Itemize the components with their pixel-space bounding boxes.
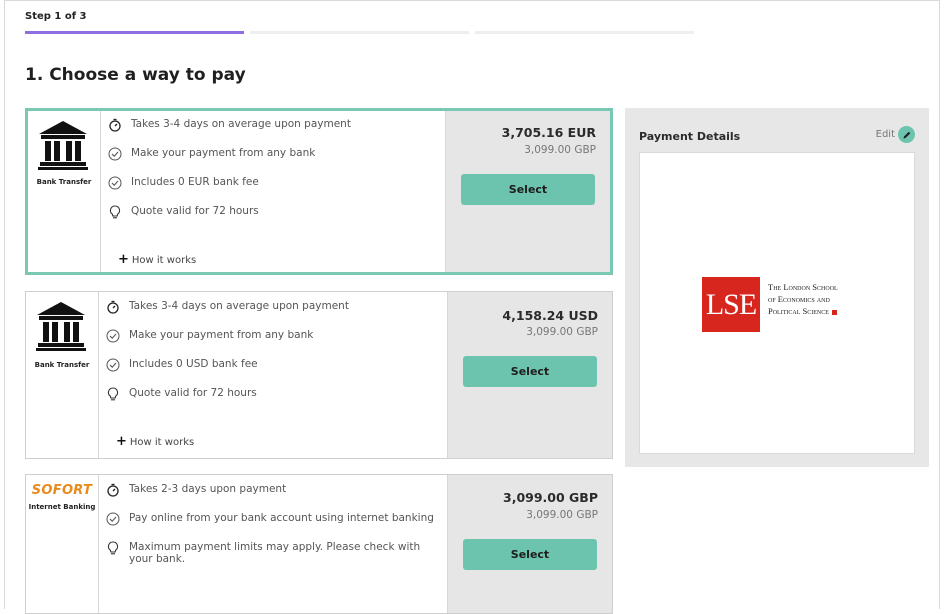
feature-any-bank: Make your payment from any bank [108,147,315,161]
lse-logo-mark: LSE [702,277,760,332]
how-it-works-link[interactable]: + How it works [118,252,196,267]
progress-step-1 [25,31,244,34]
lightbulb-icon [106,387,120,401]
feature-text: Quote valid for 72 hours [131,205,259,217]
select-button[interactable]: Select [463,356,597,387]
check-circle-icon [108,176,122,190]
check-circle-icon [106,329,120,343]
feature-text: Pay online from your bank account using … [129,512,434,524]
feature-duration: Takes 2-3 days upon payment [106,483,286,497]
check-circle-icon [106,358,120,372]
sofort-logo: SOFORT [31,483,93,498]
option-price-panel: 3,099.00 GBP 3,099.00 GBP Select [447,475,612,613]
price-amount: 3,705.16 EUR [501,125,596,140]
stopwatch-icon [106,483,120,497]
payment-option-eur[interactable]: Bank Transfer Takes 3-4 days on average … [25,108,613,275]
price-amount: 3,099.00 GBP [503,490,598,505]
payment-option-usd[interactable]: Bank Transfer Takes 3-4 days on average … [25,291,613,459]
check-circle-icon [108,147,122,161]
feature-text: Takes 3-4 days on average upon payment [131,118,351,130]
select-button[interactable]: Select [461,174,595,205]
plus-icon: + [116,434,127,449]
check-circle-icon [106,512,120,526]
feature-payment-limits: Maximum payment limits may apply. Please… [106,541,436,565]
feature-text: Quote valid for 72 hours [129,387,257,399]
payment-option-sofort[interactable]: SOFORT Internet Banking Takes 2-3 days u… [25,474,613,614]
option-price-panel: 4,158.24 USD 3,099.00 GBP Select [447,292,612,458]
feature-quote-valid: Quote valid for 72 hours [108,205,259,219]
stopwatch-icon [106,300,120,314]
plus-icon: + [118,252,129,267]
feature-text: Maximum payment limits may apply. Please… [129,541,421,565]
payment-details-title: Payment Details [639,130,741,143]
lightbulb-icon [106,541,120,555]
bank-icon [36,302,86,351]
pencil-icon [898,126,915,143]
feature-duration: Takes 3-4 days on average upon payment [108,118,351,132]
step-label: Step 1 of 3 [25,11,87,22]
edit-label: Edit [875,129,895,140]
option-logo-label: Bank Transfer [34,361,90,369]
institution-line-text: Political Science [768,306,829,316]
select-button[interactable]: Select [463,539,597,570]
institution-logo: LSE The London School of Economics and P… [639,152,915,454]
how-it-works-label: How it works [129,437,195,448]
feature-text: Includes 0 USD bank fee [129,358,258,370]
option-logo-label: Internet Banking [28,503,96,511]
institution-line: Political Science [768,305,838,317]
feature-text: Takes 3-4 days on average upon payment [129,300,349,312]
how-it-works-label: How it works [131,255,197,266]
option-features: Takes 3-4 days on average upon payment M… [108,111,446,272]
price-amount: 4,158.24 USD [502,308,598,323]
option-features: Takes 3-4 days on average upon payment M… [106,292,448,458]
feature-any-bank: Make your payment from any bank [106,329,313,343]
how-it-works-link[interactable]: + How it works [116,434,194,449]
feature-quote-valid: Quote valid for 72 hours [106,387,257,401]
option-logo: Bank Transfer [26,292,99,458]
feature-internet-banking: Pay online from your bank account using … [106,512,434,526]
price-gbp: 3,099.00 GBP [526,326,598,338]
progress-step-3 [475,31,694,34]
lightbulb-icon [108,205,122,219]
feature-text: Make your payment from any bank [131,147,316,159]
feature-bank-fee: Includes 0 USD bank fee [106,358,258,372]
bank-icon [38,121,88,170]
checkout-frame: Step 1 of 3 1. Choose a way to pay Bank … [4,0,940,614]
option-logo: Bank Transfer [28,111,101,272]
option-logo: SOFORT Internet Banking [26,475,99,613]
option-logo-label: Bank Transfer [36,178,92,186]
stopwatch-icon [108,118,122,132]
price-gbp: 3,099.00 GBP [524,144,596,156]
edit-button[interactable]: Edit [876,126,915,143]
option-features: Takes 2-3 days upon payment Pay online f… [106,475,448,613]
institution-line: The London School [768,282,838,292]
option-price-panel: 3,705.16 EUR 3,099.00 GBP Select [445,111,610,272]
feature-text: Includes 0 EUR bank fee [131,176,259,188]
price-gbp: 3,099.00 GBP [526,509,598,521]
feature-bank-fee: Includes 0 EUR bank fee [108,176,259,190]
section-title: 1. Choose a way to pay [25,65,246,85]
red-square-icon [831,309,837,315]
feature-text: Make your payment from any bank [129,329,314,341]
feature-duration: Takes 3-4 days on average upon payment [106,300,349,314]
progress-step-2 [250,31,469,34]
institution-line: of Economics and [768,294,830,304]
feature-text: Takes 2-3 days upon payment [129,483,287,495]
payment-details-panel: Payment Details Edit LSE The London Scho… [625,108,929,467]
lse-logo-text: The London School of Economics and Polit… [768,281,838,317]
